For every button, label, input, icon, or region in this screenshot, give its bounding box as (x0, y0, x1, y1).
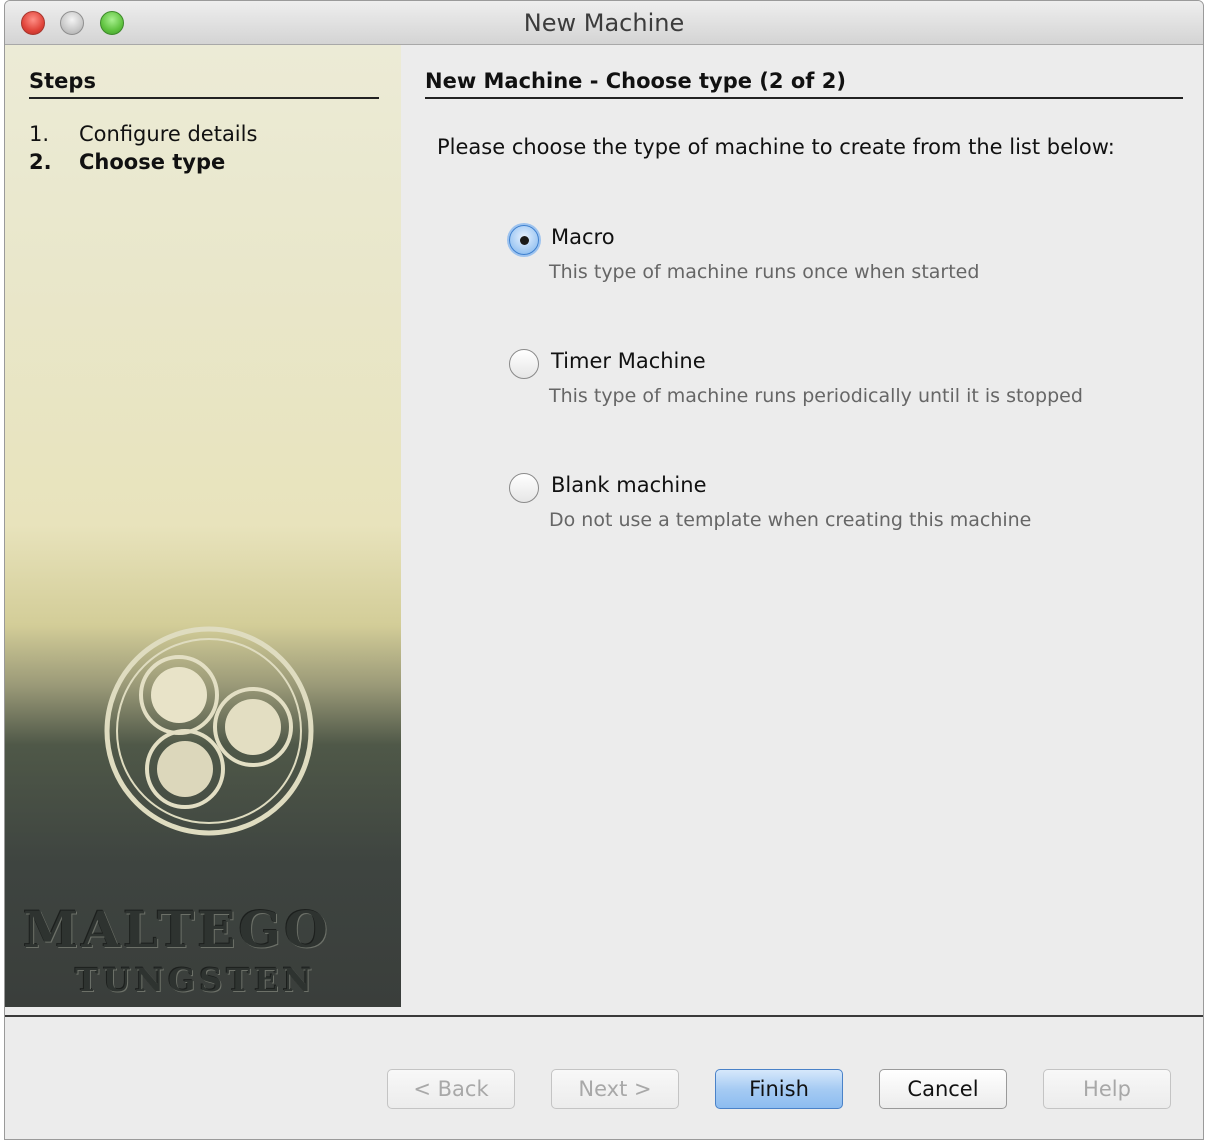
window-title: New Machine (523, 9, 685, 37)
option-label[interactable]: Macro (551, 225, 615, 249)
finish-button[interactable]: Finish (715, 1069, 843, 1109)
wizard-window: New Machine Steps 1. Configure details 2.… (4, 0, 1204, 1140)
maltego-logo-icon (104, 626, 314, 836)
tungsten-wordmark: TUNGSTEN (75, 961, 316, 999)
page-title: New Machine - Choose type (2 of 2) (425, 69, 1183, 99)
step-label: Configure details (79, 122, 258, 146)
step-choose-type: 2. Choose type (29, 150, 225, 174)
maltego-wordmark: MALTEGO (23, 900, 331, 959)
radio-selected-dot (520, 236, 529, 245)
step-number: 2. (29, 150, 52, 174)
timer-machine-radio[interactable] (509, 349, 539, 379)
title-bar: New Machine (5, 1, 1203, 45)
help-button[interactable]: Help (1043, 1069, 1171, 1109)
option-description: This type of machine runs once when star… (549, 261, 980, 283)
option-label[interactable]: Timer Machine (551, 349, 706, 373)
option-description: This type of machine runs periodically u… (549, 385, 1083, 407)
cancel-button[interactable]: Cancel (879, 1069, 1007, 1109)
footer-divider (5, 1015, 1203, 1017)
macro-radio[interactable] (509, 225, 539, 255)
steps-title: Steps (29, 69, 379, 99)
option-label[interactable]: Blank machine (551, 473, 707, 497)
step-configure-details: 1. Configure details (29, 122, 257, 146)
step-label: Choose type (79, 150, 226, 174)
blank-machine-radio[interactable] (509, 473, 539, 503)
option-description: Do not use a template when creating this… (549, 509, 1032, 531)
steps-sidebar: Steps 1. Configure details 2. Choose type … (5, 45, 401, 1007)
step-number: 1. (29, 122, 50, 146)
back-button[interactable]: < Back (387, 1069, 515, 1109)
instruction-text: Please choose the type of machine to cre… (437, 135, 1115, 159)
next-button[interactable]: Next > (551, 1069, 679, 1109)
